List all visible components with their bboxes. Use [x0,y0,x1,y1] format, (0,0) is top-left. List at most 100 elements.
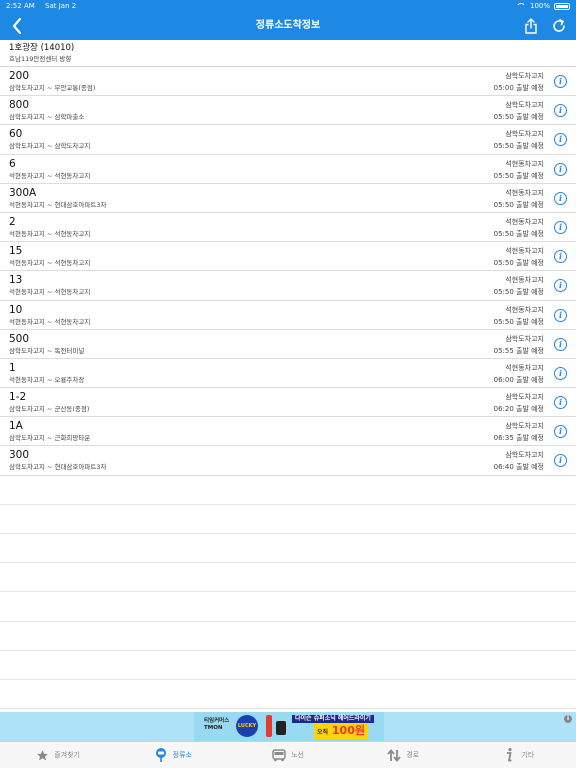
bus-number: 800 [9,99,30,112]
refresh-button[interactable] [548,15,570,37]
route-range: 삼학도차고지 ~ 무안교통(종점) [9,84,96,92]
info-icon[interactable]: i [554,220,567,234]
ad-headline: 다이슨 슈퍼소닉 헤어드라이기 [292,715,374,723]
bus-number: 300A [9,186,37,199]
arrival-row[interactable]: 1-2 삼학도차고지 ~ 군산동(종점) 삼학도차고지 06:20 출발 예정 i [0,388,576,418]
departure-terminal: 삼학도차고지 [505,451,544,460]
share-button[interactable] [520,15,542,37]
stop-name: 1호광장 (14010) [9,43,75,53]
departure-time: 05:50 출발 예정 [493,142,544,151]
info-icon[interactable]: i [554,308,567,322]
empty-row [0,680,576,710]
refresh-icon [553,19,565,32]
departure-time: 05:50 출발 예정 [493,259,544,268]
empty-row [0,592,576,622]
route-range: 삼학도차고지 ~ 군산동(종점) [9,405,90,414]
departure-terminal: 석현동차고지 [505,159,544,168]
ad-banner[interactable]: 티임커머스 TMON LUCKY 다이슨 슈퍼소닉 헤어드라이기 오직 100원… [0,712,576,741]
arrival-row[interactable]: 60 삼학도차고지 ~ 삼학도차고지 삼학도차고지 05:50 출발 예정 i [0,125,576,155]
route-range: 석현동차고지 ~ 석현동차고지 [9,317,91,326]
tab-path[interactable]: 경로 [346,742,461,768]
departure-time: 06:20 출발 예정 [493,405,544,414]
departure-terminal: 삼학도차고지 [505,334,544,343]
bus-number: 10 [9,303,23,316]
departure-time: 05:55 출발 예정 [493,346,544,355]
departure-time: 06:40 출발 예정 [493,463,544,472]
tab-label: 정류소 [172,751,192,759]
departure-terminal: 삼학도차고지 [505,393,544,402]
tab-routes[interactable]: 노선 [230,742,345,768]
info-icon[interactable]: i [554,337,567,351]
product-icon [276,721,286,735]
empty-row [0,476,576,505]
departure-terminal: 석현동차고지 [505,217,544,226]
arrival-row[interactable]: 300A 석현동차고지 ~ 현대삼호아파트3차 석현동차고지 05:50 출발 예정 i [0,184,576,213]
bus-number: 15 [9,245,23,258]
info-icon[interactable]: i [554,75,567,88]
arrival-row[interactable]: 500 삼학도차고지 ~ 독천터미널 삼학도차고지 05:55 출발 예정 i [0,330,576,359]
arrival-row[interactable]: 1A 삼학도차고지 ~ 근화희망타운 삼학도차고지 06:35 출발 예정 i [0,417,576,447]
route-arrows-icon [387,748,401,762]
info-icon[interactable]: i [554,396,567,410]
departure-time: 05:50 출발 예정 [493,171,544,180]
page-title: 정류소도착정보 [255,20,321,31]
nav-bar: 정류소도착정보 [0,12,576,40]
info-icon[interactable]: i [554,133,567,147]
bus-number: 1 [9,361,16,374]
departure-time: 05:00 출발 예정 [493,84,544,92]
bus-number: 2 [9,215,16,228]
arrival-row[interactable]: 13 석현동차고지 ~ 석현동차고지 석현동차고지 05:50 출발 예정 i [0,271,576,301]
tab-label: 경로 [406,751,420,759]
departure-terminal: 석현동차고지 [505,305,544,314]
ad-brand-line2: TMON [204,725,223,731]
arrival-row[interactable]: 800 삼학도차고지 ~ 삼학파출소 삼학도차고지 05:50 출발 예정 i [0,96,576,126]
info-icon[interactable]: i [554,250,567,264]
bus-number: 6 [9,157,16,170]
departure-terminal: 삼학도차고지 [505,422,544,431]
arrival-list: 200 삼학도차고지 ~ 무안교통(종점) 삼학도차고지 05:00 출발 예정 i 8… [0,67,576,710]
route-range: 석현동차고지 ~ 석현동차고지 [9,171,91,180]
departure-time: 06:35 출발 예정 [493,434,544,443]
departure-terminal: 석현동차고지 [505,363,544,372]
bus-number: 500 [9,332,30,345]
info-icon[interactable]: i [554,454,567,468]
tab-bus-stop[interactable]: 정류소 [115,742,230,768]
tab-bar: 즐겨찾기 정류소 노선 경로 기타 [0,741,576,768]
ad-info-icon[interactable]: i [564,715,572,723]
info-icon[interactable]: i [554,366,567,380]
route-range: 삼학도차고지 ~ 근화희망타운 [9,434,91,443]
ad-prize: 오직 100원 [314,724,368,740]
info-icon[interactable]: i [554,162,567,176]
departure-time: 06:00 출발 예정 [493,375,544,384]
status-bar: 2:52 AM Sat Jan 2 100% [0,0,576,12]
battery-percent: 100% [529,2,550,10]
arrival-row[interactable]: 2 석현동차고지 ~ 석현동차고지 석현동차고지 05:50 출발 예정 i [0,213,576,243]
status-left: 2:52 AM Sat Jan 2 [6,2,84,10]
stop-direction: 호남119안전센터 방향 [9,55,72,63]
info-icon[interactable]: i [554,104,567,118]
departure-terminal: 석현동차고지 [505,188,544,197]
ad-creative[interactable]: 티임커머스 TMON LUCKY 다이슨 슈퍼소닉 헤어드라이기 오직 100원 [194,712,384,741]
departure-time: 05:50 출발 예정 [493,200,544,209]
info-icon[interactable]: i [554,279,567,293]
tab-favorites[interactable]: 즐겨찾기 [0,742,115,768]
route-range: 삼학도차고지 ~ 현대삼호아파트3차 [9,463,107,472]
status-time: 2:52 AM [6,2,35,10]
arrival-row[interactable]: 300 삼학도차고지 ~ 현대삼호아파트3차 삼학도차고지 06:40 출발 예정 i [0,446,576,476]
departure-time: 05:50 출발 예정 [493,317,544,326]
ad-brand-line1: 티임커머스 [204,718,230,724]
arrival-row[interactable]: 200 삼학도차고지 ~ 무안교통(종점) 삼학도차고지 05:00 출발 예정 i [0,67,576,97]
tab-etc[interactable]: 기타 [461,742,576,768]
empty-row [0,534,576,564]
route-range: 석현동차고지 ~ 오룡주차장 [9,375,85,384]
departure-time: 05:50 출발 예정 [493,113,544,122]
arrival-row[interactable]: 15 석현동차고지 ~ 석현동차고지 석현동차고지 05:50 출발 예정 i [0,242,576,272]
arrival-row[interactable]: 1 석현동차고지 ~ 오룡주차장 석현동차고지 06:00 출발 예정 i [0,359,576,389]
info-icon[interactable]: i [554,191,567,205]
arrival-row[interactable]: 10 석현동차고지 ~ 석현동차고지 석현동차고지 05:50 출발 예정 i [0,301,576,330]
arrival-row[interactable]: 6 석현동차고지 ~ 석현동차고지 석현동차고지 05:50 출발 예정 i [0,155,576,184]
info-icon[interactable]: i [554,425,567,439]
route-range: 삼학도차고지 ~ 독천터미널 [9,346,85,355]
route-range: 석현동차고지 ~ 석현동차고지 [9,229,91,238]
route-range: 석현동차고지 ~ 현대삼호아파트3차 [9,200,107,209]
